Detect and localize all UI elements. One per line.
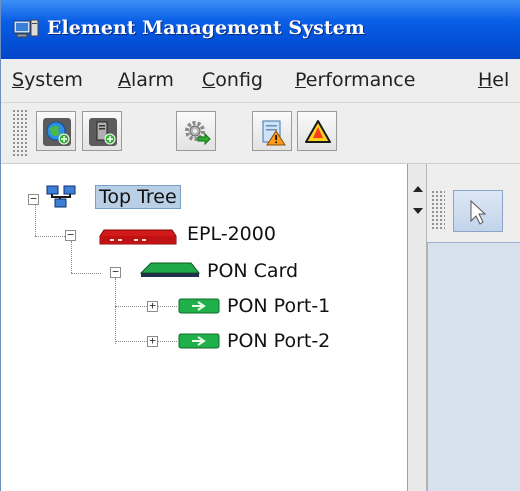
menu-config-mnemonic: C [202,69,216,91]
warning-icon [305,120,331,143]
collapse-toggle[interactable]: − [28,193,39,205]
alarm-report-button[interactable] [252,111,292,151]
menu-help-mnemonic: H [478,69,493,91]
collapse-toggle[interactable]: − [110,266,121,278]
add-device-button[interactable] [82,111,122,151]
tree-node-pon-port-2[interactable]: PON Port-2 [227,330,330,352]
menu-system-mnemonic: S [12,69,25,91]
report-alarm-icon [262,120,286,146]
topology-canvas[interactable] [427,242,520,491]
alarm-warning-button[interactable] [297,111,337,151]
gear-refresh-icon [185,121,211,146]
tree-node-epl-2000[interactable]: EPL-2000 [187,223,276,245]
device-tree-panel[interactable]: − Top Tree − EPL-2000 − PON Card + PON P… [1,164,408,491]
topology-toolbar [427,176,520,240]
menu-alarm[interactable]: Alarm [118,69,174,91]
menu-help[interactable]: Hel [478,69,509,91]
server-add-icon [89,118,117,146]
tree-connector [115,306,147,307]
toolbar-grip[interactable] [12,109,28,157]
green-port-icon [178,332,220,354]
tree-node-pon-card[interactable]: PON Card [207,260,298,282]
main-toolbar [1,103,520,164]
select-pointer-button[interactable] [453,190,503,232]
tree-connector [115,278,116,344]
app-window: Element Management System System Alarm C… [0,0,520,491]
collapse-toggle[interactable]: − [65,229,76,241]
menu-system-label: ystem [24,69,83,91]
menu-help-label: el [492,69,510,91]
red-device-icon [98,226,178,250]
topology-toolbar-grip[interactable] [431,190,445,230]
tree-node-pon-port-1[interactable]: PON Port-1 [227,295,330,317]
expand-toggle[interactable]: + [147,300,158,312]
window-title: Element Management System [47,17,365,39]
menu-performance[interactable]: Performance [295,69,415,91]
pointer-arrow-icon [470,199,487,225]
tree-connector [71,273,101,274]
globe-add-icon [43,118,71,146]
network-tree-icon [46,185,78,213]
tree-connector [71,241,72,273]
menu-config[interactable]: Config [202,69,263,91]
green-port-icon [178,297,220,319]
topology-panel [427,164,520,491]
menu-bar: System Alarm Config Performance Hel [1,59,520,103]
tree-connector [35,236,65,237]
settings-refresh-button[interactable] [176,111,216,151]
menu-performance-mnemonic: P [295,69,306,91]
menu-system[interactable]: System [12,69,83,91]
tree-node-top-tree[interactable]: Top Tree [95,185,181,209]
tree-connector [115,341,147,342]
panel-splitter[interactable] [408,164,427,491]
tree-connector [35,204,36,236]
splitter-up-arrow-icon[interactable] [413,186,423,192]
splitter-down-arrow-icon[interactable] [413,208,423,214]
expand-toggle[interactable]: + [147,335,158,347]
menu-alarm-mnemonic: A [118,69,131,91]
menu-config-label: onfig [215,69,263,91]
app-monitor-icon [13,19,39,41]
menu-performance-label: erformance [305,69,416,91]
green-card-icon [139,261,201,283]
title-bar[interactable]: Element Management System [1,0,520,59]
menu-alarm-label: larm [131,69,174,91]
add-network-button[interactable] [36,111,76,151]
